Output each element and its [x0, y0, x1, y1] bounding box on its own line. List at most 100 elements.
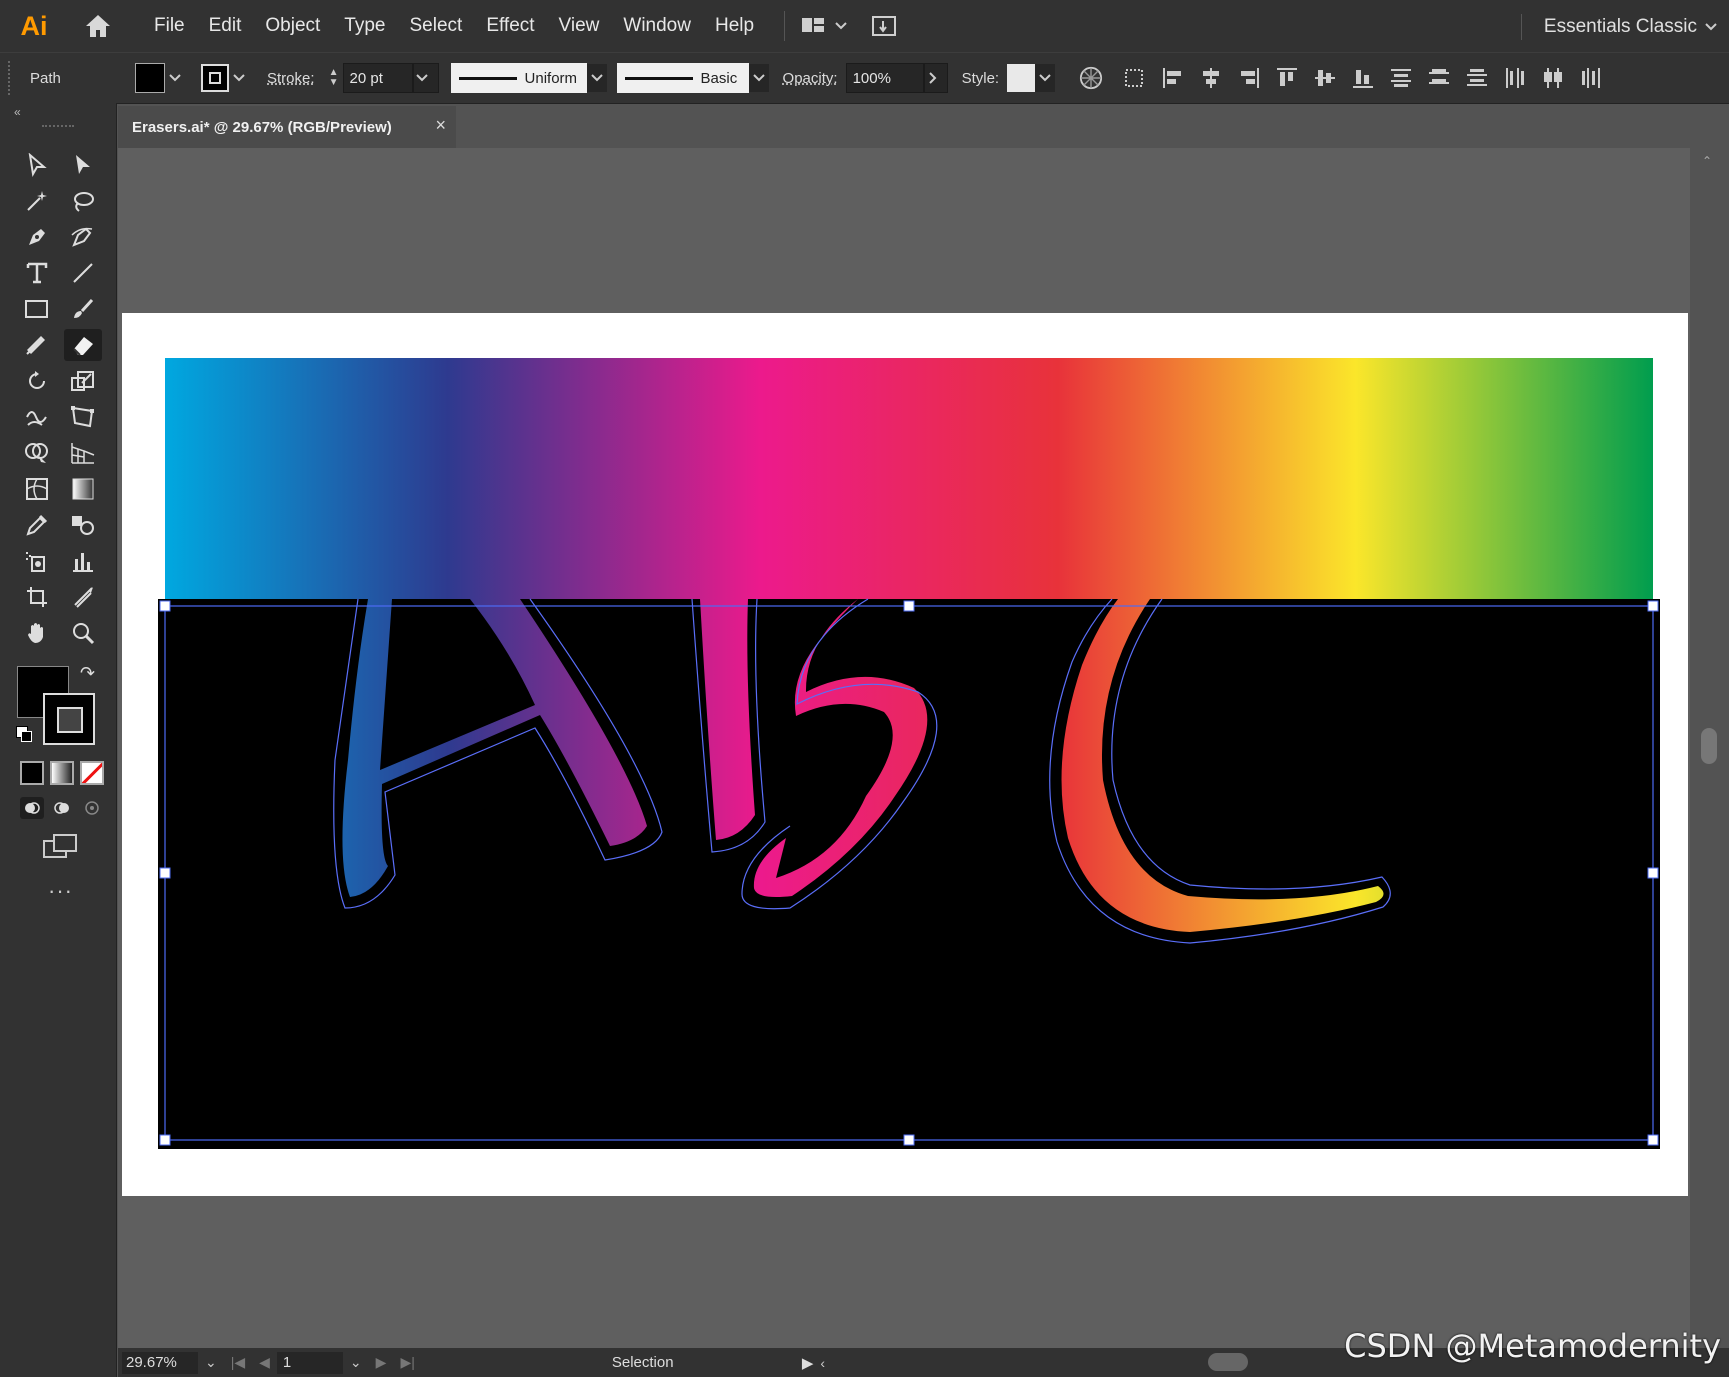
paintbrush-icon[interactable] [64, 293, 102, 325]
scroll-up-icon[interactable]: ⌃ [1702, 154, 1712, 168]
mesh-tool-icon[interactable] [18, 473, 56, 505]
handle-bottom-center[interactable] [903, 1134, 915, 1146]
default-fill-stroke-icon[interactable] [16, 726, 32, 742]
stroke-color-box[interactable] [43, 693, 95, 745]
artboard-tool-icon[interactable] [18, 581, 56, 613]
draw-inside-icon[interactable] [80, 797, 104, 819]
symbol-sprayer-icon[interactable] [18, 545, 56, 577]
align-right-icon[interactable] [1237, 65, 1261, 91]
variable-width-profile[interactable]: Uniform [450, 63, 587, 93]
type-tool-icon[interactable] [18, 257, 56, 289]
stroke-dropdown-icon[interactable] [229, 64, 249, 92]
opacity-arrow[interactable] [923, 63, 948, 93]
stroke-weight-stepper[interactable]: ▲ ▼ [325, 63, 343, 93]
chevron-down-icon[interactable] [831, 12, 851, 40]
menu-type[interactable]: Type [344, 15, 385, 37]
stroke-label[interactable]: Stroke: [267, 70, 315, 87]
rotate-tool-icon[interactable] [18, 365, 56, 397]
color-mode-icon[interactable] [20, 761, 44, 785]
handle-bottom-right[interactable] [1647, 1134, 1659, 1146]
magic-wand-icon[interactable] [18, 185, 56, 217]
stroke-weight-dropdown[interactable] [412, 63, 439, 93]
handle-bottom-left[interactable] [159, 1134, 171, 1146]
pen-tool-icon[interactable] [18, 221, 56, 253]
hand-tool-icon[interactable] [18, 617, 56, 649]
column-graph-icon[interactable] [64, 545, 102, 577]
menu-select[interactable]: Select [410, 15, 463, 37]
distribute-horizontal-center-icon[interactable] [1541, 65, 1565, 91]
vertical-scrollbar[interactable]: ⌃ [1690, 148, 1729, 1348]
menu-file[interactable]: File [154, 15, 185, 37]
next-artboard-icon[interactable]: ▶ [376, 1354, 387, 1371]
handle-middle-right[interactable] [1647, 867, 1659, 879]
align-vertical-center-icon[interactable] [1313, 65, 1337, 91]
graphic-style-swatch[interactable] [1007, 64, 1036, 92]
artboard-dropdown-icon[interactable]: ⌄ [350, 1354, 362, 1371]
first-artboard-icon[interactable]: |◀ [231, 1354, 245, 1371]
align-bottom-icon[interactable] [1351, 65, 1375, 91]
zoom-input[interactable]: 29.67% [122, 1351, 198, 1374]
rectangle-tool-icon[interactable] [18, 293, 56, 325]
blend-tool-icon[interactable] [64, 509, 102, 541]
workspace-switcher[interactable]: Essentials Classic [1520, 14, 1717, 40]
handle-middle-left[interactable] [159, 867, 171, 879]
gradient-rectangle[interactable] [165, 358, 1653, 601]
home-icon[interactable] [82, 10, 114, 42]
control-bar-grip[interactable] [8, 61, 16, 95]
free-transform-icon[interactable] [64, 401, 102, 433]
gradient-mode-icon[interactable] [50, 761, 74, 785]
stroke-weight-input[interactable]: 20 pt [342, 63, 413, 93]
draw-normal-icon[interactable] [20, 797, 44, 819]
edit-toolbar-icon[interactable]: ··· [48, 878, 73, 904]
last-artboard-icon[interactable]: ▶| [400, 1354, 414, 1371]
fill-dropdown-icon[interactable] [165, 64, 185, 92]
stroke-swatch[interactable] [201, 64, 229, 92]
shape-builder-icon[interactable] [18, 437, 56, 469]
gradient-tool-icon[interactable] [64, 473, 102, 505]
document-tab[interactable]: Erasers.ai* @ 29.67% (RGB/Preview) × [118, 106, 456, 148]
distribute-left-icon[interactable] [1503, 65, 1527, 91]
share-icon[interactable] [869, 12, 901, 40]
style-dropdown-icon[interactable] [1035, 64, 1056, 92]
menu-help[interactable]: Help [715, 15, 754, 37]
eyedropper-icon[interactable] [18, 509, 56, 541]
zoom-tool-icon[interactable] [64, 617, 102, 649]
distribute-vertical-center-icon[interactable] [1427, 65, 1451, 91]
distribute-right-icon[interactable] [1579, 65, 1603, 91]
handle-top-left[interactable] [159, 600, 171, 612]
horizontal-scroll-thumb[interactable] [1208, 1353, 1248, 1371]
shaper-tool-icon[interactable] [18, 329, 56, 361]
curvature-tool-icon[interactable] [64, 221, 102, 253]
slice-tool-icon[interactable] [64, 581, 102, 613]
opacity-input[interactable]: 100% [845, 63, 924, 93]
fill-swatch[interactable] [135, 63, 165, 93]
eraser-tool-icon[interactable] [64, 329, 102, 361]
align-horizontal-center-icon[interactable] [1199, 65, 1223, 91]
handle-top-center[interactable] [903, 600, 915, 612]
scroll-left-icon[interactable]: ‹ [820, 1355, 825, 1371]
swap-fill-stroke-icon[interactable]: ↷ [80, 663, 95, 684]
brush-definition[interactable]: Basic [616, 63, 749, 93]
menu-effect[interactable]: Effect [486, 15, 534, 37]
zoom-dropdown-icon[interactable]: ⌄ [205, 1354, 217, 1371]
opacity-label[interactable]: Opacity: [783, 70, 838, 87]
arrange-documents-icon[interactable] [799, 12, 831, 40]
collapse-panel-icon[interactable]: « [14, 105, 21, 119]
menu-edit[interactable]: Edit [209, 15, 242, 37]
selection-tool-icon[interactable] [18, 149, 56, 181]
align-top-icon[interactable] [1275, 65, 1299, 91]
align-to-selection-icon[interactable] [1123, 65, 1147, 91]
close-icon[interactable]: × [435, 115, 446, 136]
previous-artboard-icon[interactable]: ◀ [259, 1354, 270, 1371]
draw-behind-icon[interactable] [50, 797, 74, 819]
lasso-icon[interactable] [64, 185, 102, 217]
warp-tool-icon[interactable] [18, 401, 56, 433]
tools-panel-grip[interactable] [42, 125, 74, 131]
screen-mode-icon[interactable] [42, 833, 78, 866]
artboard-number-input[interactable]: 1 [276, 1351, 343, 1374]
menu-window[interactable]: Window [623, 15, 691, 37]
line-segment-tool-icon[interactable] [64, 257, 102, 289]
menu-object[interactable]: Object [265, 15, 320, 37]
direct-selection-tool-icon[interactable] [64, 149, 102, 181]
menu-view[interactable]: View [559, 15, 600, 37]
